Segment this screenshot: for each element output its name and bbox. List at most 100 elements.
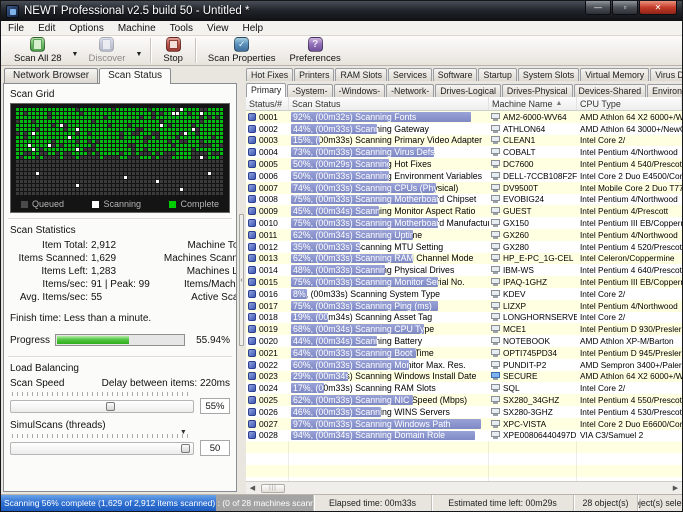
tab-devices-shared[interactable]: Devices-Shared	[574, 84, 647, 97]
cpu-type: AMD Athlon XP-M/Barton	[577, 336, 682, 346]
tab-system[interactable]: -System-	[287, 84, 332, 97]
machine-name: COBALT	[503, 147, 536, 157]
preferences-label: Preferences	[290, 53, 341, 64]
scan-status-panel: Scan Grid QueuedScanningComplete Scan St…	[3, 83, 237, 492]
table-row[interactable]: 0013 62%, (00m33s) Scanning RAM Channel …	[246, 253, 682, 265]
scan-speed-value[interactable]: 55%	[200, 398, 230, 414]
scrollbar-thumb[interactable]: |||	[261, 484, 285, 493]
simulscans-row: SimulScans (threads)	[10, 420, 230, 431]
scan-all-button[interactable]: Scan All 28	[7, 37, 69, 64]
horizontal-scrollbar[interactable]: ◀ ||| ▶	[246, 481, 682, 494]
tab-drives-physical[interactable]: Drives-Physical	[502, 84, 573, 97]
machine-name: MCE1	[503, 324, 526, 334]
tab-system-slots[interactable]: System Slots	[518, 68, 579, 81]
table-row[interactable]: 0009 45%, (00m34s) Scanning Monitor Aspe…	[246, 205, 682, 217]
simulscans-slider[interactable]	[10, 442, 194, 455]
table-row[interactable]: 0027 97%, (00m33s) Scanning Windows Path…	[246, 418, 682, 430]
menu-machine[interactable]: Machine	[111, 23, 163, 34]
table-row[interactable]: 0015 75%, (00m33s) Scanning Monitor Seri…	[246, 276, 682, 288]
discover-button[interactable]: Discover	[81, 37, 132, 64]
table-row[interactable]: 0001 92%, (00m32s) Scanning Fonts 92%, (…	[246, 111, 682, 123]
status-icon	[248, 325, 256, 333]
stop-button[interactable]: Stop	[156, 37, 190, 64]
table-row[interactable]: 0020 44%, (00m34s) Scanning Battery 44%,…	[246, 335, 682, 347]
close-button[interactable]: ✕	[639, 1, 677, 15]
row-machine: GX280	[489, 242, 577, 252]
tab-scan-status[interactable]: Scan Status	[99, 68, 171, 84]
table-row[interactable]: 0023 29%, (00m34s) Scanning Windows Inst…	[246, 371, 682, 383]
tab-virtual-memory[interactable]: Virtual Memory	[580, 68, 649, 81]
preferences-button[interactable]: Preferences	[283, 37, 348, 64]
table-row[interactable]: 0005 50%, (00m29s) Scanning Hot Fixes 50…	[246, 158, 682, 170]
tab-ram-slots[interactable]: RAM Slots	[335, 68, 387, 81]
table-row[interactable]: 0021 64%, (00m33s) Scanning Boot Time 64…	[246, 347, 682, 359]
tab-startup[interactable]: Startup	[478, 68, 516, 81]
tab-hot-fixes[interactable]: Hot Fixes	[246, 68, 293, 81]
table-row[interactable]: 0002 44%, (00m33s) Scanning Gateway 44%,…	[246, 123, 682, 135]
scan-properties-button[interactable]: Scan Properties	[201, 37, 283, 64]
menu-file[interactable]: File	[1, 23, 31, 34]
table-row[interactable]: 0012 35%, (00m33s) Scanning MTU Setting …	[246, 241, 682, 253]
column-status[interactable]: Status/#	[246, 97, 289, 110]
menu-tools[interactable]: Tools	[163, 23, 200, 34]
pane-splitter[interactable]: ‹	[237, 66, 246, 494]
simulscans-thumb[interactable]	[181, 444, 190, 453]
discover-dropdown-icon[interactable]: ▼	[132, 51, 145, 58]
table-row[interactable]: 0018 19%, (00m34s) Scanning Asset Tag 19…	[246, 312, 682, 324]
table-row[interactable]: 0008 75%, (00m33s) Scanning Motherboard …	[246, 194, 682, 206]
table-row[interactable]: 0010 75%, (00m33s) Scanning Motherboard …	[246, 217, 682, 229]
table-row[interactable]: 0024 17%, (00m33s) Scanning RAM Slots 17…	[246, 382, 682, 394]
row-machine: CLEAN1	[489, 135, 577, 145]
table-row[interactable]: 0006 50%, (00m33s) Scanning Environment …	[246, 170, 682, 182]
scan-status-bar: 75%, (00m33s) Scanning Motherboard Manuf…	[291, 218, 438, 228]
table-row[interactable]: 0025 62%, (00m33s) Scanning NIC Speed (M…	[246, 394, 682, 406]
table-row[interactable]: 0019 68%, (00m34s) Scanning CPU Type 68%…	[246, 323, 682, 335]
column-scan-status[interactable]: Scan Status	[289, 97, 489, 110]
status-icon	[248, 136, 256, 144]
collapse-pane-button[interactable]: ‹	[239, 214, 244, 346]
computer-icon	[491, 195, 500, 203]
column-cpu-type[interactable]: CPU Type	[577, 97, 682, 110]
status-icon	[248, 420, 256, 428]
scroll-right-icon[interactable]: ▶	[669, 482, 682, 494]
tab-software[interactable]: Software	[433, 68, 478, 81]
table-row[interactable]: 0026 46%, (00m33s) Scanning WINS Servers…	[246, 406, 682, 418]
tab-printers[interactable]: Printers	[294, 68, 334, 81]
tab-primary[interactable]: Primary	[246, 83, 286, 97]
row-scan-status: 75%, (00m33s) Scanning Motherboard Chips…	[289, 194, 489, 206]
table-row[interactable]: 0014 48%, (00m33s) Scanning Physical Dri…	[246, 264, 682, 276]
column-machine-name[interactable]: Machine Name▲	[489, 97, 577, 110]
table-row[interactable]: 0017 75%, (00m33s) Scanning Ping (ms) 75…	[246, 300, 682, 312]
table-row[interactable]: 0003 15%, (00m33s) Scanning Primary Vide…	[246, 135, 682, 147]
table-row[interactable]: 0011 62%, (00m34s) Scanning Uptime 62%, …	[246, 229, 682, 241]
scroll-left-icon[interactable]: ◀	[246, 482, 259, 494]
scan-speed-slider[interactable]	[10, 400, 194, 413]
tab-services[interactable]: Services	[388, 68, 432, 81]
scan-speed-thumb[interactable]	[106, 402, 115, 411]
computer-icon	[491, 148, 500, 156]
tab-network[interactable]: -Network-	[386, 84, 434, 97]
menu-options[interactable]: Options	[62, 23, 110, 34]
row-scan-status: 17%, (00m33s) Scanning RAM Slots 17%, (0…	[289, 382, 489, 394]
tab-drives-logical[interactable]: Drives-Logical	[435, 84, 501, 97]
menu-edit[interactable]: Edit	[31, 23, 62, 34]
table-row[interactable]: 0022 60%, (00m33s) Scanning Monitor Max.…	[246, 359, 682, 371]
scan-status-bar: 29%, (00m34s) Scanning Windows Install D…	[291, 372, 348, 382]
table-row[interactable]: 0028 94%, (00m34s) Scanning Domain Role …	[246, 430, 682, 442]
menu-view[interactable]: View	[200, 23, 236, 34]
tab-windows[interactable]: -Windows-	[334, 84, 386, 97]
table-row[interactable]: 0004 73%, (00m33s) Scanning Virus Defs 7…	[246, 146, 682, 158]
maximize-button[interactable]: ▫	[612, 1, 638, 15]
legend-queued-swatch	[21, 201, 28, 208]
minimize-button[interactable]: —	[585, 1, 611, 15]
menu-help[interactable]: Help	[236, 23, 271, 34]
tab-environment[interactable]: Environment	[647, 84, 682, 97]
tab-network-browser[interactable]: Network Browser	[4, 68, 98, 83]
simulscans-value[interactable]: 50	[200, 440, 230, 456]
stat-items-machine: Items/Machine:104	[150, 278, 237, 291]
tab-virus-definitions[interactable]: Virus Definitions	[650, 68, 682, 81]
table-row[interactable]: 0016 8%, (00m33s) Scanning System Type 8…	[246, 288, 682, 300]
machine-name: DC7600	[503, 159, 533, 169]
scan-all-dropdown-icon[interactable]: ▼	[69, 51, 82, 58]
table-row[interactable]: 0007 74%, (00m33s) Scanning CPUs (Physic…	[246, 182, 682, 194]
